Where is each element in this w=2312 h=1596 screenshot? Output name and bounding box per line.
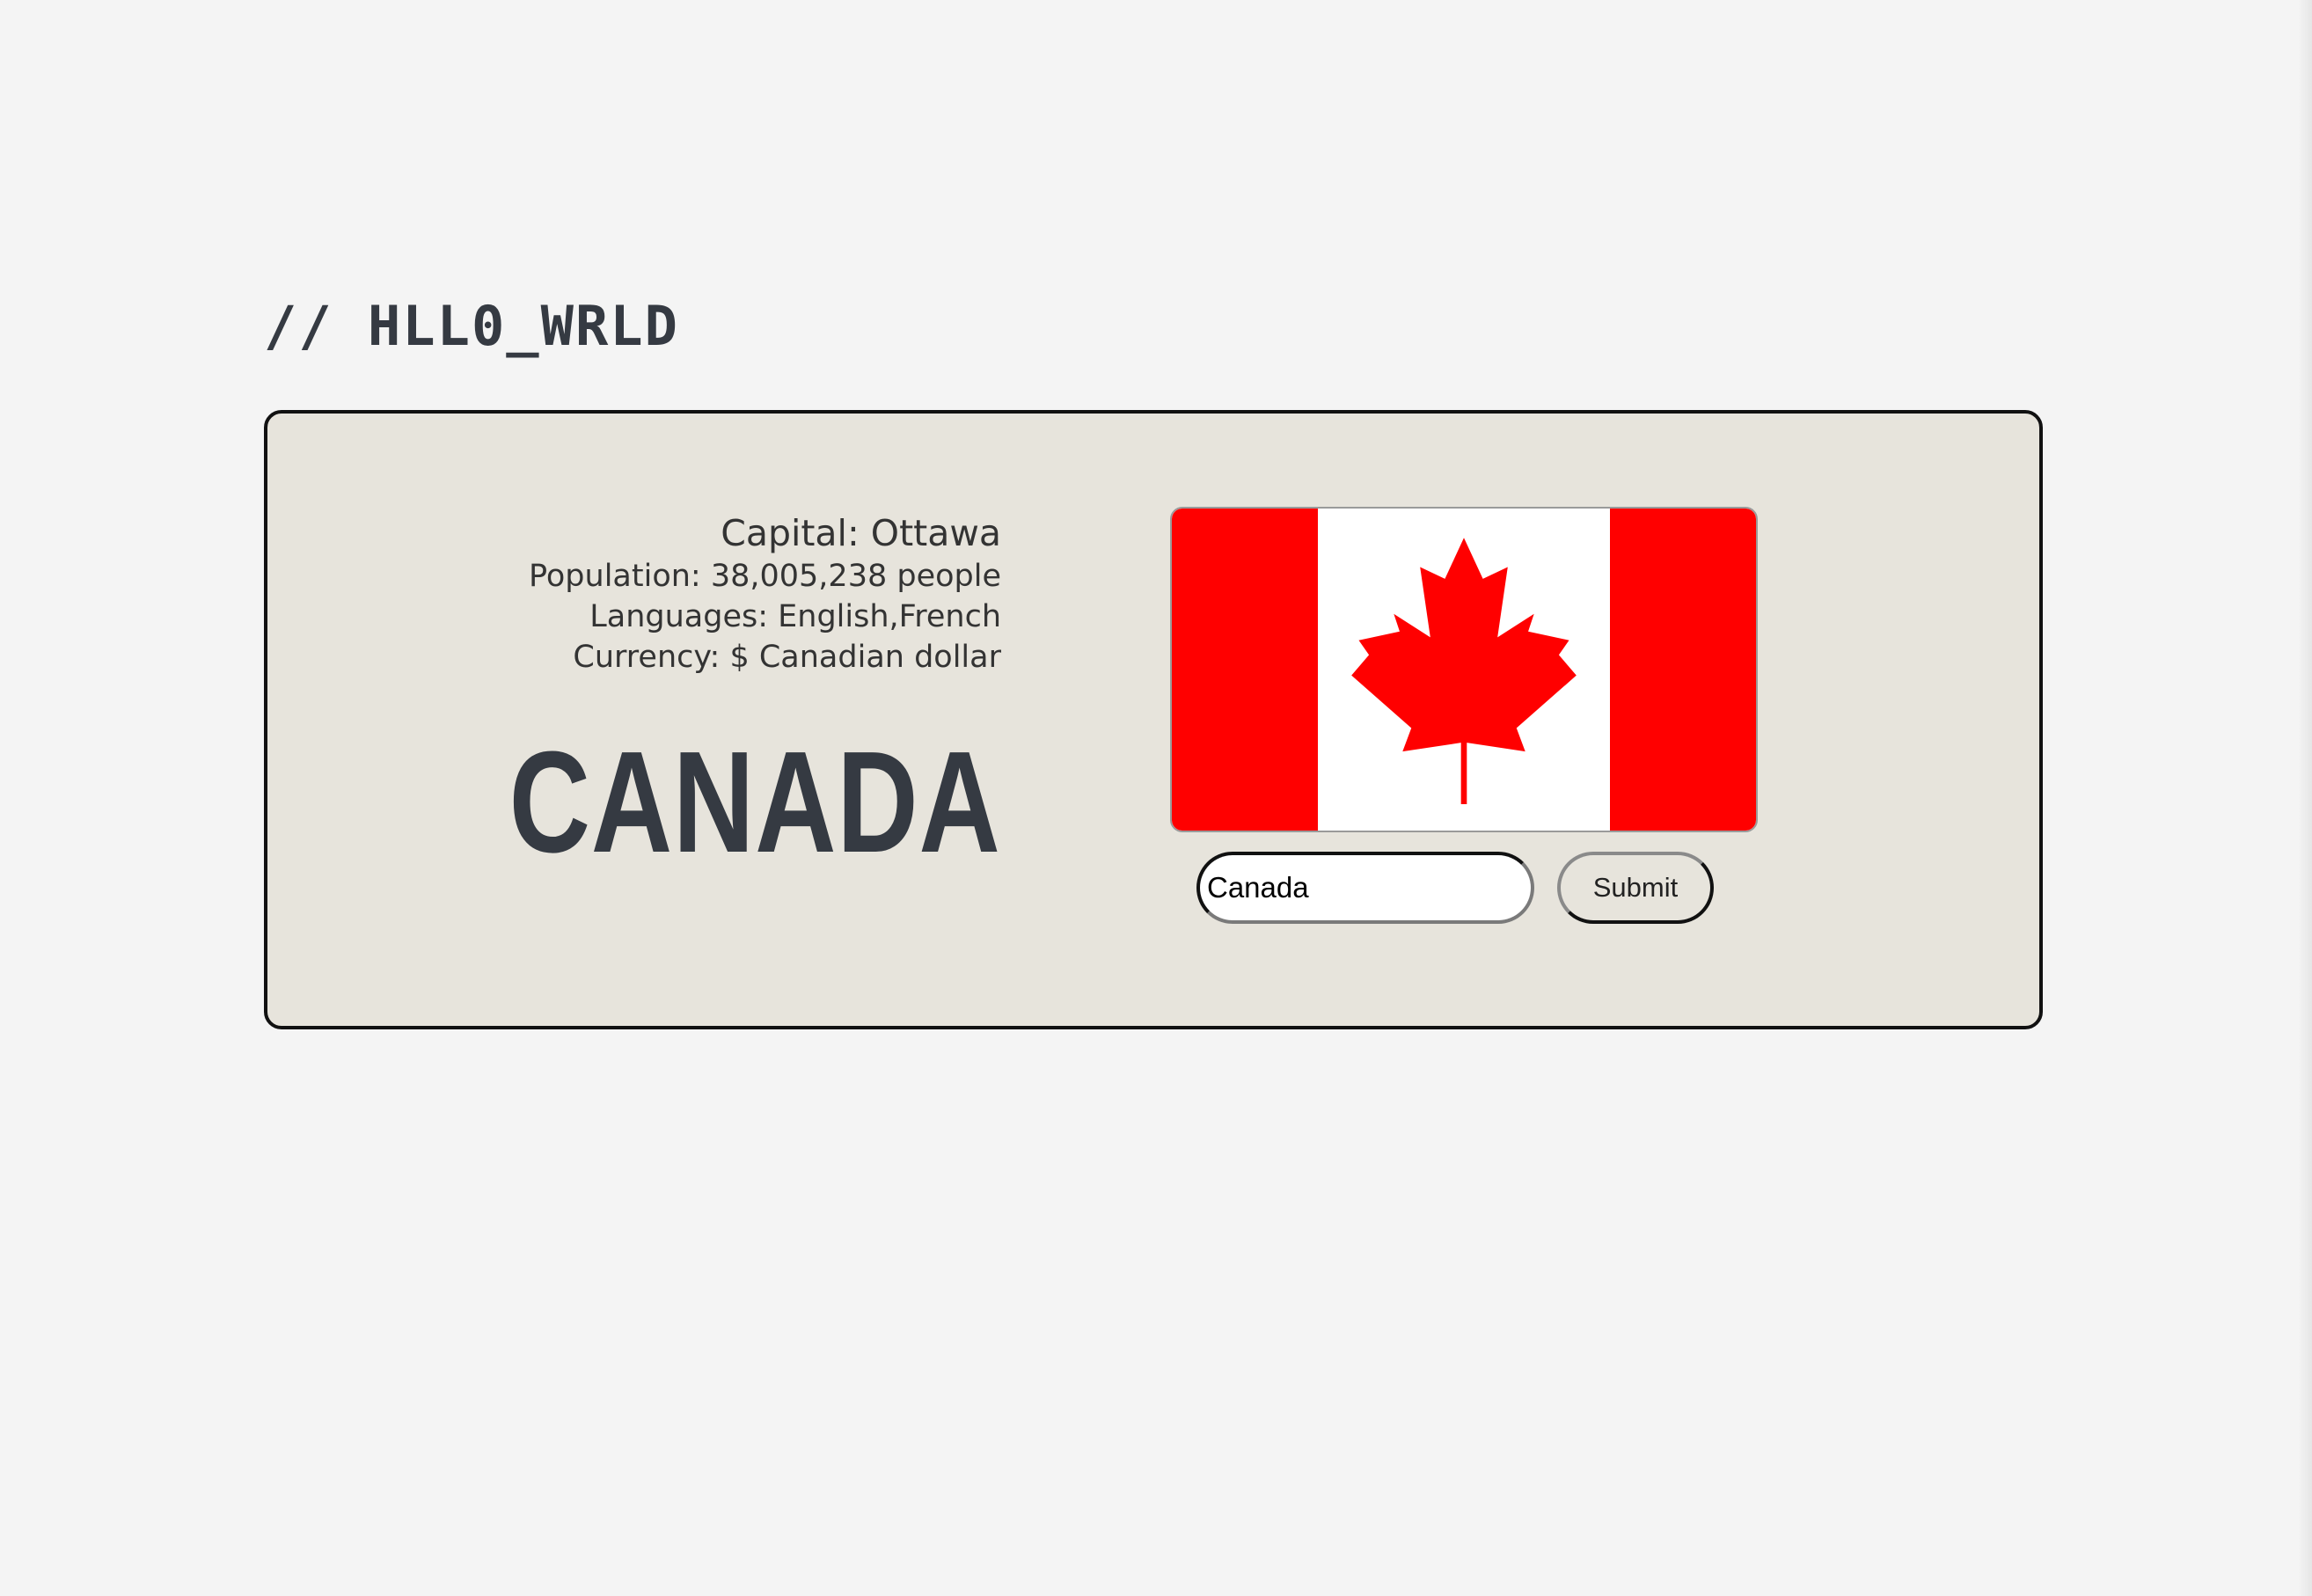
country-name-heading: CANADA <box>509 721 1001 882</box>
scrollbar-edge <box>2298 0 2312 1596</box>
country-card: Capital: Ottawa Population: 38,005,238 p… <box>264 410 2043 1029</box>
site-title: // HLL0_WRLD <box>264 294 679 358</box>
submit-button[interactable]: Submit <box>1557 852 1714 924</box>
flag-left-red-band <box>1172 509 1318 831</box>
population-text: Population: 38,005,238 people <box>529 559 1001 594</box>
languages-text: Languages: English,French <box>589 599 1001 634</box>
flag-right-red-band <box>1610 509 1756 831</box>
capital-text: Capital: Ottawa <box>721 512 1001 554</box>
country-info: Capital: Ottawa Population: 38,005,238 p… <box>529 510 1001 677</box>
canada-flag-icon <box>1172 509 1756 831</box>
country-search-input[interactable] <box>1196 852 1534 924</box>
country-flag-image <box>1170 507 1758 832</box>
currency-text: Currency: $ Canadian dollar <box>573 640 1001 675</box>
